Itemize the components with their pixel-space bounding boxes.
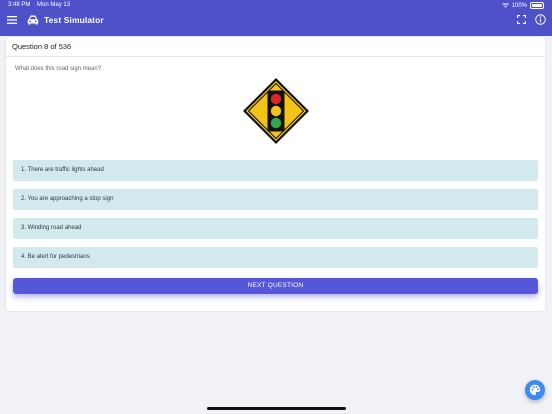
question-header: Question 8 of 536 xyxy=(6,37,545,57)
status-indicators: 100% xyxy=(501,2,544,9)
app: 3:48 PM Mon May 13 100% Test Simulator Q… xyxy=(0,0,552,414)
battery-icon xyxy=(530,2,544,9)
answer-option-4[interactable]: 4. Be alert for pedestrians xyxy=(13,247,538,268)
status-date: Mon May 13 xyxy=(37,2,71,8)
car-icon xyxy=(27,15,39,25)
app-bar: Test Simulator xyxy=(0,12,552,36)
answer-option-3[interactable]: 3. Winding road ahead xyxy=(13,218,538,239)
status-bar: 3:48 PM Mon May 13 100% xyxy=(0,0,552,11)
next-question-button[interactable]: NEXT QUESTION xyxy=(13,278,538,294)
app-header: 3:48 PM Mon May 13 100% Test Simulator xyxy=(0,0,552,36)
answer-option-2[interactable]: 2. You are approaching a stop sign xyxy=(13,189,538,210)
home-indicator xyxy=(207,407,346,410)
app-title: Test Simulator xyxy=(44,15,104,25)
question-text: What does this road sign mean? xyxy=(15,66,102,72)
question-card: Question 8 of 536 What does this road si… xyxy=(6,37,545,311)
battery-percent: 100% xyxy=(511,2,527,9)
answer-option-1[interactable]: 1. There are traffic lights ahead xyxy=(13,160,538,181)
fullscreen-icon[interactable] xyxy=(517,15,526,24)
status-time: 3:48 PM xyxy=(8,2,31,8)
theme-palette-button[interactable] xyxy=(525,380,545,400)
menu-icon[interactable] xyxy=(7,16,17,24)
palette-icon xyxy=(529,384,541,396)
traffic-lights-sign-icon xyxy=(243,78,309,144)
wifi-icon xyxy=(501,3,509,8)
question-counter: Question 8 of 536 xyxy=(12,42,72,51)
info-icon[interactable] xyxy=(535,14,546,25)
status-datetime: 3:48 PM Mon May 13 xyxy=(8,2,70,8)
